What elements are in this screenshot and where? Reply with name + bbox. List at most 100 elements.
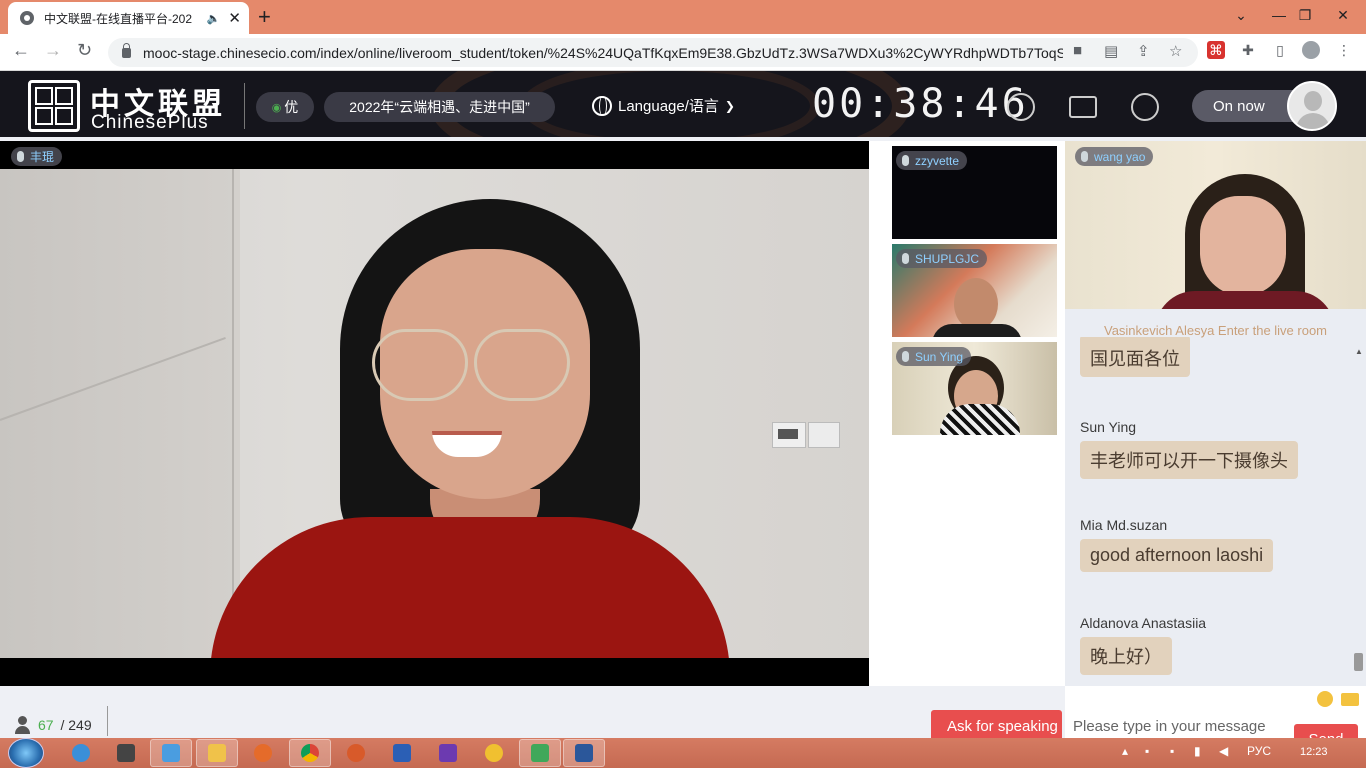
signal-bars-icon[interactable]: ▮ bbox=[1194, 744, 1201, 758]
chat-sender: Sun Ying bbox=[1080, 419, 1137, 435]
network-quality-badge: ◉ 优 bbox=[256, 92, 314, 122]
ie-icon bbox=[72, 744, 90, 762]
tab-title: 中文联盟-在线直播平台-202 bbox=[44, 11, 193, 26]
signal-icon[interactable] bbox=[1131, 93, 1159, 121]
reload-icon[interactable]: ↻ bbox=[77, 40, 92, 61]
online-count: 67 bbox=[38, 717, 54, 733]
participant-thumbnails: zzyvette SHUPLGJC Sun Ying bbox=[869, 141, 1065, 686]
mic-muted-icon bbox=[1081, 151, 1088, 162]
floppy-icon bbox=[393, 744, 411, 762]
save-taskbar-button[interactable] bbox=[381, 739, 423, 767]
back-arrow-icon[interactable]: ← bbox=[12, 40, 30, 61]
emoji-icon[interactable] bbox=[1317, 691, 1333, 707]
paint-taskbar-button[interactable] bbox=[150, 739, 192, 767]
green-app-taskbar-button[interactable] bbox=[519, 739, 561, 767]
browser-tabstrip: 中文联盟-在线直播平台-202 🔈 ✕ + ⌄ — ❐ ✕ bbox=[0, 0, 1366, 34]
restore-button[interactable]: ❐ bbox=[1292, 0, 1318, 30]
language-selector[interactable]: Language/语言 ❯ bbox=[592, 95, 735, 116]
thermostat bbox=[772, 422, 806, 448]
side-panel-icon[interactable]: ▯ bbox=[1271, 41, 1289, 59]
keyboard-language[interactable]: РУС bbox=[1247, 744, 1271, 758]
globe-icon bbox=[20, 11, 34, 25]
on-now-label: On now bbox=[1213, 97, 1265, 115]
scrollbar-thumb[interactable] bbox=[1354, 653, 1363, 671]
teacher-name: wang yao bbox=[1094, 149, 1146, 164]
wifi-icon: ◉ bbox=[271, 101, 282, 114]
chat-bubble: good afternoon laoshi bbox=[1080, 539, 1274, 572]
attendee-count: 67 / 249 bbox=[14, 716, 92, 734]
participant-name: Sun Ying bbox=[915, 349, 964, 364]
share-icon[interactable]: ⇪ bbox=[1137, 42, 1150, 60]
visual-studio-icon bbox=[439, 744, 457, 762]
course-title: 2022年“云端相遇、走进中国” bbox=[324, 92, 555, 122]
word-icon bbox=[575, 744, 593, 762]
volume-icon[interactable]: ◀ bbox=[1219, 744, 1228, 758]
scroll-up-icon[interactable]: ▲ bbox=[1355, 347, 1363, 356]
close-window-button[interactable]: ✕ bbox=[1326, 0, 1360, 30]
chat-message: 国见面各位 bbox=[1080, 337, 1190, 377]
word-taskbar-button[interactable] bbox=[563, 739, 605, 767]
browser-menu-icon[interactable]: ⋮ bbox=[1335, 41, 1353, 59]
participant-video[interactable]: SHUPLGJC bbox=[892, 244, 1057, 337]
mic-muted-icon bbox=[902, 155, 909, 166]
chrome-taskbar-button[interactable] bbox=[289, 739, 331, 767]
chat-message: Sun Ying 丰老师可以开一下摄像头 bbox=[1080, 419, 1298, 479]
chevron-down-icon: ❯ bbox=[724, 98, 735, 113]
language-label: Language/语言 bbox=[618, 98, 719, 115]
firefox-icon bbox=[254, 744, 272, 762]
address-bar[interactable]: mooc-stage.chinesecio.com/index/online/l… bbox=[108, 38, 1198, 67]
app2-taskbar-button[interactable] bbox=[473, 739, 515, 767]
main-video-name-tag: 丰琨 bbox=[11, 147, 63, 166]
teacher-name-tag: wang yao bbox=[1075, 147, 1154, 166]
participant-video[interactable]: Sun Ying bbox=[892, 342, 1057, 435]
total-count: 249 bbox=[68, 717, 92, 733]
monitor-icon[interactable] bbox=[1069, 96, 1097, 118]
app-taskbar-button[interactable] bbox=[335, 739, 377, 767]
participant-video[interactable]: zzyvette bbox=[892, 146, 1057, 239]
tray-expand-icon[interactable]: ▴ bbox=[1122, 744, 1128, 758]
windows-taskbar: ▴ ▪ ▪ ▮ ◀ РУС 12:23 bbox=[0, 738, 1366, 768]
tray-network-icon[interactable]: ▪ bbox=[1170, 744, 1174, 758]
start-button[interactable] bbox=[8, 738, 44, 768]
chat-input[interactable] bbox=[1065, 714, 1295, 738]
chat-sender: Mia Md.suzan bbox=[1080, 517, 1168, 533]
explorer-taskbar-button[interactable] bbox=[196, 739, 238, 767]
teacher-video[interactable]: wang yao bbox=[1065, 141, 1366, 309]
speaker-icon[interactable]: 🔈 bbox=[207, 12, 221, 25]
chat-scrollbar[interactable]: ▲ bbox=[1351, 341, 1366, 686]
profile-icon[interactable] bbox=[1302, 41, 1320, 59]
tab-search-chevron-icon[interactable]: ⌄ bbox=[1226, 0, 1256, 30]
extensions-puzzle-icon[interactable]: ✚ bbox=[1239, 41, 1257, 59]
camera-blocked-icon[interactable]: ■ bbox=[1073, 42, 1082, 59]
bookmark-star-icon[interactable]: ☆ bbox=[1169, 42, 1182, 60]
participant-name: SHUPLGJC bbox=[915, 251, 980, 266]
chat-bubble: 国见面各位 bbox=[1080, 337, 1190, 377]
main-video[interactable]: 丰琨 bbox=[0, 141, 869, 686]
tray-app-icon[interactable]: ▪ bbox=[1145, 744, 1149, 758]
new-tab-button[interactable]: + bbox=[258, 4, 271, 30]
firefox-taskbar-button[interactable] bbox=[242, 739, 284, 767]
user-avatar[interactable] bbox=[1287, 81, 1337, 131]
chat-bubble: 晚上好） bbox=[1080, 637, 1172, 675]
network-quality-label: 优 bbox=[284, 99, 299, 115]
minimize-button[interactable]: — bbox=[1266, 0, 1292, 30]
folder-icon[interactable] bbox=[1341, 693, 1359, 706]
green-app-icon bbox=[531, 744, 549, 762]
mic-icon bbox=[17, 151, 24, 162]
video-frame bbox=[0, 169, 869, 658]
compass-icon[interactable] bbox=[1007, 93, 1035, 121]
main-video-name: 丰琨 bbox=[30, 150, 55, 164]
media-taskbar-button[interactable] bbox=[105, 739, 147, 767]
translate-icon[interactable]: ▤ bbox=[1104, 42, 1118, 60]
browser-tab-active[interactable]: 中文联盟-在线直播平台-202 🔈 ✕ bbox=[8, 2, 249, 34]
vs-taskbar-button[interactable] bbox=[427, 739, 469, 767]
participant-name-tag: Sun Ying bbox=[896, 347, 972, 366]
tab-close-icon[interactable]: ✕ bbox=[228, 9, 241, 27]
ie-taskbar-button[interactable] bbox=[60, 739, 102, 767]
forward-arrow-icon[interactable]: → bbox=[44, 40, 62, 61]
pdf-extension-icon[interactable]: ⌘ bbox=[1207, 41, 1225, 59]
lock-icon[interactable] bbox=[122, 42, 131, 58]
taskbar-clock[interactable]: 12:23 bbox=[1300, 746, 1328, 758]
film-icon bbox=[117, 744, 135, 762]
url-text: mooc-stage.chinesecio.com/index/online/l… bbox=[143, 44, 1063, 61]
